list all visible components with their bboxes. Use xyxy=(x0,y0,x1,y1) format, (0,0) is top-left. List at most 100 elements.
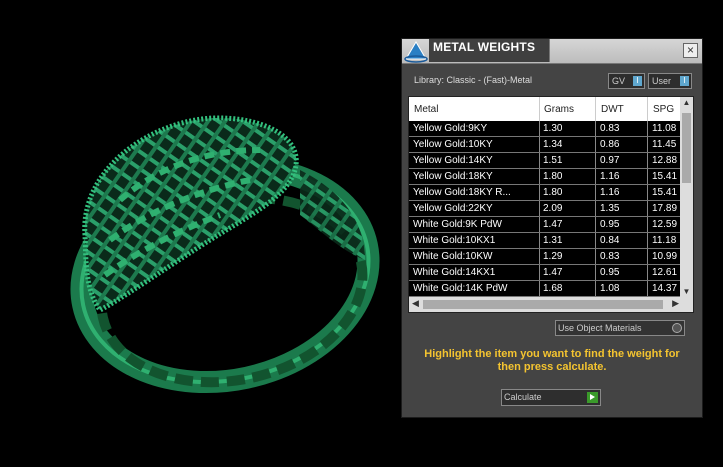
cell-grams: 1.80 xyxy=(543,187,563,198)
cell-divider xyxy=(539,121,540,137)
app-logo-icon xyxy=(404,41,428,63)
cell-metal: Yellow Gold:22KY xyxy=(413,203,493,214)
user-toggle[interactable]: User I xyxy=(648,73,692,89)
cell-divider xyxy=(647,201,648,217)
column-header-spg[interactable]: SPG xyxy=(653,104,674,115)
scroll-down-icon[interactable]: ▼ xyxy=(680,287,693,296)
scroll-up-icon[interactable]: ▲ xyxy=(680,98,693,107)
cell-divider xyxy=(539,281,540,297)
cell-divider xyxy=(595,169,596,185)
cell-grams: 1.31 xyxy=(543,235,563,246)
cell-dwt: 0.95 xyxy=(600,267,620,278)
column-divider[interactable] xyxy=(647,97,648,121)
cell-divider xyxy=(595,185,596,201)
column-header-grams[interactable]: Grams xyxy=(544,104,574,115)
horizontal-scroll-thumb[interactable] xyxy=(423,300,663,309)
table-row[interactable]: White Gold:14KX1 1.47 0.95 12.61 xyxy=(409,265,681,281)
cell-divider xyxy=(647,185,648,201)
cell-spg: 17.89 xyxy=(652,203,678,214)
cell-spg: 11.45 xyxy=(652,139,677,150)
metal-weights-panel: METAL WEIGHTS × Library: Classic - (Fast… xyxy=(401,38,703,418)
cell-spg: 12.59 xyxy=(652,219,678,230)
cell-dwt: 1.16 xyxy=(600,171,620,182)
column-header-dwt[interactable]: DWT xyxy=(601,104,624,115)
scroll-left-icon[interactable]: ◀ xyxy=(412,298,419,309)
cell-metal: Yellow Gold:18KY R... xyxy=(413,187,511,198)
cell-divider xyxy=(595,265,596,281)
cell-metal: Yellow Gold:10KY xyxy=(413,139,493,150)
table-row[interactable]: Yellow Gold:14KY 1.51 0.97 12.88 xyxy=(409,153,681,169)
title-bar[interactable]: METAL WEIGHTS × xyxy=(402,39,702,64)
cell-grams: 1.51 xyxy=(543,155,563,166)
cell-divider xyxy=(647,249,648,265)
instruction-text: Highlight the item you want to find the … xyxy=(424,348,680,373)
cell-grams: 1.68 xyxy=(543,283,563,294)
vertical-scroll-thumb[interactable] xyxy=(682,113,691,183)
table-row[interactable]: White Gold:10KX1 1.31 0.84 11.18 xyxy=(409,233,681,249)
table-body: Yellow Gold:9KY 1.30 0.83 11.08 Yellow Gold:… xyxy=(409,121,681,297)
table-row[interactable]: Yellow Gold:18KY 1.80 1.16 15.41 xyxy=(409,169,681,185)
cell-metal: White Gold:14K PdW xyxy=(413,283,508,294)
cell-divider xyxy=(595,121,596,137)
cell-metal: White Gold:9K PdW xyxy=(413,219,502,230)
ring-render xyxy=(70,115,380,394)
table-row[interactable]: White Gold:10KW 1.29 0.83 10.99 xyxy=(409,249,681,265)
column-header-metal[interactable]: Metal xyxy=(414,104,438,115)
cell-divider xyxy=(595,153,596,169)
cell-divider xyxy=(539,233,540,249)
play-icon xyxy=(587,392,598,403)
cell-divider xyxy=(539,153,540,169)
cell-spg: 10.99 xyxy=(652,251,678,262)
table-row[interactable]: Yellow Gold:22KY 2.09 1.35 17.89 xyxy=(409,201,681,217)
cell-metal: Yellow Gold:9KY xyxy=(413,123,488,134)
cell-spg: 15.41 xyxy=(652,187,678,198)
3d-viewport[interactable] xyxy=(0,0,400,462)
window-title: METAL WEIGHTS xyxy=(433,40,536,54)
cell-dwt: 0.97 xyxy=(600,155,620,166)
cell-grams: 1.30 xyxy=(543,123,563,134)
cell-spg: 15.41 xyxy=(652,171,678,182)
window-title-tab: METAL WEIGHTS xyxy=(429,39,550,62)
cell-divider xyxy=(595,137,596,153)
cell-spg: 11.08 xyxy=(652,123,677,134)
horizontal-scrollbar[interactable]: ◀ ▶ xyxy=(409,297,693,312)
vertical-scrollbar[interactable]: ▲ ▼ xyxy=(680,97,693,297)
dropdown-knob-icon xyxy=(672,323,682,333)
gv-toggle[interactable]: GV I xyxy=(608,73,645,89)
cell-grams: 1.34 xyxy=(543,139,563,150)
cell-divider xyxy=(647,217,648,233)
cell-spg: 11.18 xyxy=(652,235,677,246)
cell-divider xyxy=(539,169,540,185)
column-divider[interactable] xyxy=(539,97,540,121)
cell-spg: 12.88 xyxy=(652,155,678,166)
cell-dwt: 0.86 xyxy=(600,139,620,150)
cell-divider xyxy=(539,217,540,233)
cell-divider xyxy=(595,217,596,233)
cell-divider xyxy=(647,121,648,137)
table-row[interactable]: White Gold:14K PdW 1.68 1.08 14.37 xyxy=(409,281,681,297)
cell-dwt: 1.35 xyxy=(600,203,620,214)
cell-divider xyxy=(539,265,540,281)
table-row[interactable]: Yellow Gold:9KY 1.30 0.83 11.08 xyxy=(409,121,681,137)
cell-grams: 1.47 xyxy=(543,267,563,278)
metal-table: Metal Grams DWT SPG Yellow Gold:9KY 1.30 0… xyxy=(408,96,694,313)
materials-dropdown[interactable]: Use Object Materials xyxy=(555,320,685,336)
calculate-label: Calculate xyxy=(504,392,542,402)
cell-dwt: 0.83 xyxy=(600,251,620,262)
cell-metal: White Gold:10KW xyxy=(413,251,493,262)
table-row[interactable]: White Gold:9K PdW 1.47 0.95 12.59 xyxy=(409,217,681,233)
column-divider[interactable] xyxy=(595,97,596,121)
user-toggle-label: User xyxy=(652,76,672,86)
cell-metal: Yellow Gold:18KY xyxy=(413,171,493,182)
scroll-right-icon[interactable]: ▶ xyxy=(672,298,679,309)
cell-dwt: 1.08 xyxy=(600,283,620,294)
cell-divider xyxy=(647,169,648,185)
cell-divider xyxy=(595,249,596,265)
cell-metal: White Gold:14KX1 xyxy=(413,267,496,278)
table-row[interactable]: Yellow Gold:10KY 1.34 0.86 11.45 xyxy=(409,137,681,153)
cell-dwt: 0.95 xyxy=(600,219,620,230)
close-button[interactable]: × xyxy=(683,43,698,58)
table-row[interactable]: Yellow Gold:18KY R... 1.80 1.16 15.41 xyxy=(409,185,681,201)
calculate-button[interactable]: Calculate xyxy=(501,389,601,406)
cell-dwt: 1.16 xyxy=(600,187,620,198)
